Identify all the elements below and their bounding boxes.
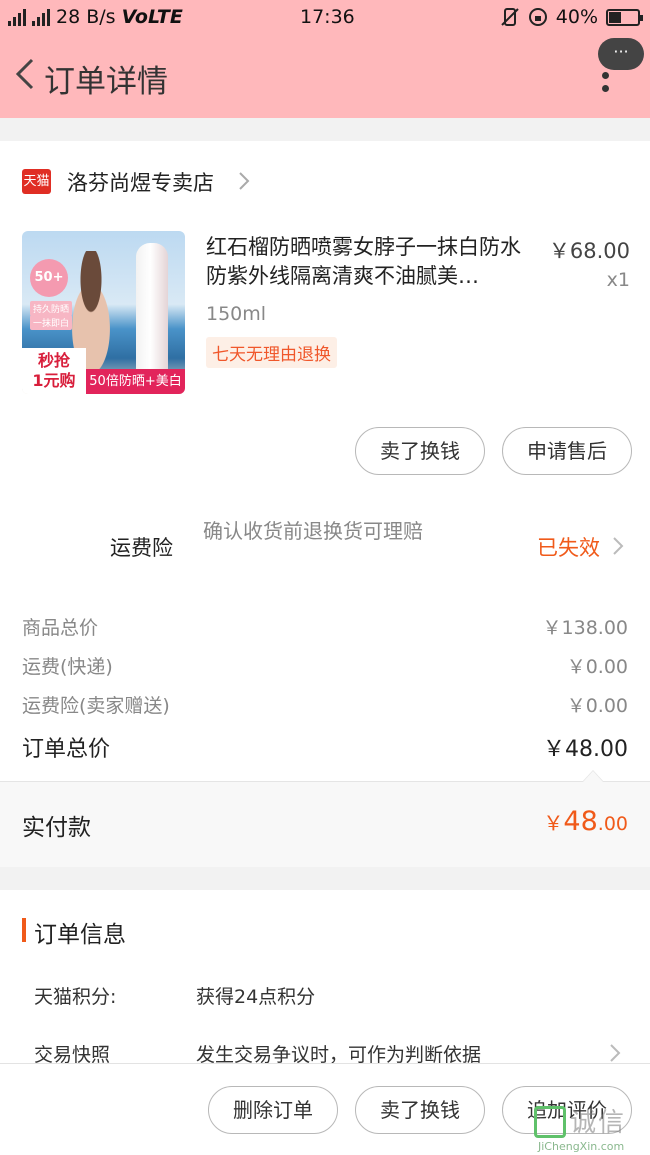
tmall-badge-icon: 天猫 xyxy=(22,169,51,194)
spray-bottle xyxy=(136,243,168,379)
promo-line-2: 1元购 xyxy=(32,371,76,390)
battery-percent: 40% xyxy=(555,6,598,28)
nav-bar: 订单详情 ··· xyxy=(0,36,650,118)
delete-order-button[interactable]: 删除订单 xyxy=(208,1086,338,1134)
order-info-section: 订单信息 天猫积分: 获得24点积分 交易快照 发生交易争议时，可作为判断依据 xyxy=(0,890,650,1066)
network-speed: 28 B/s xyxy=(56,6,116,28)
order-total-value: ￥48.00 xyxy=(543,737,628,762)
sell-for-cash-button-bottom[interactable]: 卖了换钱 xyxy=(355,1086,485,1134)
clock: 17:36 xyxy=(300,6,355,28)
actual-paid-section: 实付款 ￥48.00 xyxy=(0,770,650,867)
signal-icon-2 xyxy=(32,8,50,26)
watermark-logo-icon xyxy=(534,1106,566,1138)
sell-for-cash-button[interactable]: 卖了换钱 xyxy=(355,427,485,475)
chevron-right-icon[interactable] xyxy=(608,1042,622,1064)
back-arrow-icon[interactable] xyxy=(10,54,42,94)
caret-up-icon xyxy=(582,770,604,782)
volte-indicator: VoLTE xyxy=(121,6,183,28)
shop-name[interactable]: 洛芬尚煜专卖店 xyxy=(67,167,214,197)
watermark-url: JiChengXin.com xyxy=(538,1140,625,1153)
after-sale-button[interactable]: 申请售后 xyxy=(502,427,632,475)
cost-value-goods: ￥138.00 xyxy=(542,617,628,639)
watermark: 诚信 JiChengXin.com xyxy=(534,1100,650,1155)
image-promo: 秒抢 1元购 xyxy=(22,348,86,394)
paid-integer: 48 xyxy=(563,806,598,837)
order-total-label: 订单总价 xyxy=(22,737,111,762)
cost-label-shipping: 运费(快递) xyxy=(22,656,113,678)
product-title[interactable]: 红石榴防晒喷雾女脖子一抹白防水防紫外线隔离清爽不油腻美… xyxy=(206,233,536,291)
product-price: ￥68.00 xyxy=(548,239,630,263)
chevron-right-icon[interactable] xyxy=(236,170,252,192)
shipping-insurance-label: 运费险 xyxy=(110,536,173,560)
cost-label-insurance: 运费险(卖家赠送) xyxy=(22,695,170,717)
return-policy-tag: 七天无理由退换 xyxy=(206,337,337,368)
rotation-lock-icon xyxy=(528,8,547,26)
paid-decimal: .00 xyxy=(597,813,628,835)
status-left: 28 B/s VoLTE xyxy=(8,6,183,28)
page-title: 订单详情 xyxy=(44,64,168,100)
image-tag-2: 一抹即白 xyxy=(30,315,73,330)
signal-icon xyxy=(8,8,26,26)
image-strip: 50倍防晒+美白 xyxy=(86,369,185,394)
cost-value-insurance: ￥0.00 xyxy=(566,695,628,717)
watermark-text: 诚信 xyxy=(570,1108,627,1138)
section-accent-bar xyxy=(22,918,26,942)
status-bar: 28 B/s VoLTE 17:36 40% xyxy=(0,0,650,36)
shipping-insurance-status[interactable]: 已失效 xyxy=(537,532,600,562)
actual-paid-value: ￥48.00 xyxy=(543,806,628,837)
status-right: 40% xyxy=(500,6,643,28)
more-vert-icon[interactable] xyxy=(602,72,610,98)
actual-paid-label: 实付款 xyxy=(22,815,91,841)
more-menu-bubble[interactable]: ··· xyxy=(598,38,644,70)
product-spec: 150ml xyxy=(206,303,267,325)
product-quantity: x1 xyxy=(606,269,630,291)
product-thumbnail[interactable]: 50+ 持久防晒 一抹即白 秒抢 1元购 50倍防晒+美白 xyxy=(22,231,185,394)
spf-badge: 50+ xyxy=(30,259,68,297)
cost-value-shipping: ￥0.00 xyxy=(566,656,628,678)
cost-label-goods: 商品总价 xyxy=(22,617,99,639)
promo-line-1: 秒抢 xyxy=(37,351,70,370)
points-value: 获得24点积分 xyxy=(196,986,316,1008)
order-info-title: 订单信息 xyxy=(34,922,126,948)
order-card: 天猫 洛芬尚煜专卖店 50+ 持久防晒 一抹即白 秒抢 1元购 50倍防晒+美白 … xyxy=(0,141,650,781)
battery-icon xyxy=(606,8,643,26)
chevron-right-icon[interactable] xyxy=(611,535,625,557)
points-key: 天猫积分: xyxy=(34,986,117,1008)
image-tag-1: 持久防晒 xyxy=(30,301,73,316)
paid-currency: ￥ xyxy=(543,811,564,835)
shipping-insurance-desc: 确认收货前退换货可理赔 xyxy=(203,519,423,543)
vibrate-icon xyxy=(501,8,519,26)
